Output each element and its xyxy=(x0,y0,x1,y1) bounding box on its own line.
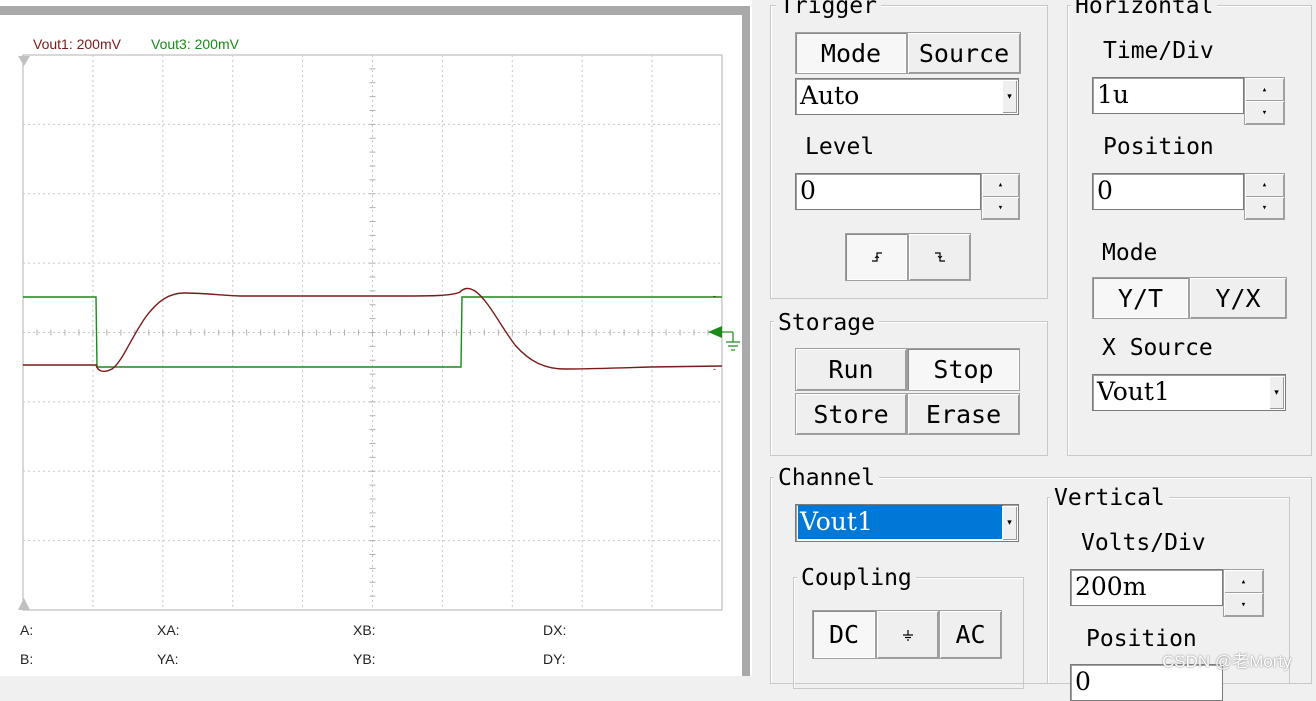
horizontal-position-spinner[interactable]: ▴ ▾ xyxy=(1244,173,1285,220)
readout-dy: DY: xyxy=(543,651,566,667)
vertical-position-value: 0 xyxy=(1075,667,1091,696)
horizontal-position-value: 0 xyxy=(1097,176,1113,205)
watermark-text: CSDN @老Morty xyxy=(1162,652,1292,671)
trigger-level-input[interactable]: 0 xyxy=(795,173,981,210)
volts-div-label: Volts/Div xyxy=(1081,530,1206,556)
chevron-down-icon[interactable]: ▾ xyxy=(1269,376,1284,409)
horizontal-position-input[interactable]: 0 xyxy=(1092,173,1244,210)
volts-div-input[interactable]: 200m xyxy=(1070,569,1223,606)
mode-yx-button[interactable]: Y/X xyxy=(1189,277,1287,319)
storage-erase-button[interactable]: Erase xyxy=(907,393,1020,435)
trigger-source-button[interactable]: Source xyxy=(907,32,1021,74)
trigger-rising-edge-button[interactable] xyxy=(845,233,908,281)
time-div-label: Time/Div xyxy=(1103,38,1214,64)
storage-title: Storage xyxy=(774,311,879,335)
chevron-down-icon[interactable]: ▾ xyxy=(1002,80,1017,113)
trigger-mode-button[interactable]: Mode xyxy=(795,32,907,74)
spin-down-icon[interactable]: ▾ xyxy=(1245,101,1284,124)
trigger-mode-dropdown[interactable]: Auto ▾ xyxy=(795,78,1019,115)
readout-xa: XA: xyxy=(157,622,180,638)
trigger-title: Trigger xyxy=(776,0,881,18)
horizontal-mode-label: Mode xyxy=(1102,240,1158,266)
time-div-spinner[interactable]: ▴ ▾ xyxy=(1244,77,1285,125)
coupling-ac-button[interactable]: AC xyxy=(939,610,1002,659)
readout-b: B: xyxy=(20,651,34,667)
readout-xb: XB: xyxy=(353,622,376,638)
chevron-down-icon[interactable]: ▾ xyxy=(1002,506,1017,540)
x-source-label: X Source xyxy=(1102,335,1213,361)
trace-end-marker-1: - xyxy=(713,291,716,301)
readout-a: A: xyxy=(20,622,34,638)
x-source-dropdown[interactable]: Vout1 ▾ xyxy=(1092,374,1286,411)
storage-store-button[interactable]: Store xyxy=(795,393,907,435)
trigger-level-spinner[interactable]: ▴ ▾ xyxy=(981,173,1020,220)
coupling-title: Coupling xyxy=(797,566,916,590)
storage-stop-button[interactable]: Stop xyxy=(907,348,1020,391)
scope-top-border xyxy=(0,6,750,15)
falling-edge-icon xyxy=(934,252,945,262)
time-div-value: 1u xyxy=(1097,80,1130,109)
ground-marker-icon xyxy=(722,331,740,351)
spin-up-icon[interactable]: ▴ xyxy=(1245,174,1284,197)
spin-up-icon[interactable]: ▴ xyxy=(1224,570,1263,593)
volts-div-spinner[interactable]: ▴ ▾ xyxy=(1223,569,1264,617)
coupling-ground-button[interactable] xyxy=(876,610,939,659)
trigger-falling-edge-button[interactable] xyxy=(908,233,971,281)
mode-yt-button[interactable]: Y/T xyxy=(1092,277,1189,319)
trace-end-marker-2: - xyxy=(713,364,716,374)
coupling-dc-button[interactable]: DC xyxy=(812,610,876,659)
spin-up-icon[interactable]: ▴ xyxy=(982,174,1019,197)
spin-down-icon[interactable]: ▾ xyxy=(1245,197,1284,220)
readout-dx: DX: xyxy=(543,622,567,638)
rising-edge-icon xyxy=(871,252,882,262)
horizontal-position-label: Position xyxy=(1103,134,1214,160)
channel-title: Channel xyxy=(774,466,879,490)
horizontal-title: Horizontal xyxy=(1071,0,1218,18)
storage-run-button[interactable]: Run xyxy=(795,348,907,391)
trigger-level-value: 0 xyxy=(800,176,816,205)
time-div-input[interactable]: 1u xyxy=(1092,77,1244,114)
channel-dropdown[interactable]: Vout1 ▾ xyxy=(795,504,1019,542)
spin-down-icon[interactable]: ▾ xyxy=(1224,593,1263,616)
spin-up-icon[interactable]: ▴ xyxy=(1245,78,1284,101)
channel-selected-value: Vout1 xyxy=(798,505,1003,539)
trigger-level-label: Level xyxy=(805,134,875,160)
vertical-title: Vertical xyxy=(1050,486,1169,510)
readout-ya: YA: xyxy=(157,651,179,667)
x-source-value: Vout1 xyxy=(1097,377,1170,406)
spin-down-icon[interactable]: ▾ xyxy=(982,197,1019,220)
ground-icon xyxy=(902,629,913,641)
trigger-mode-value: Auto xyxy=(800,81,860,110)
readout-yb: YB: xyxy=(353,651,376,667)
volts-div-value: 200m xyxy=(1075,572,1147,601)
scope-plot[interactable]: - - xyxy=(0,50,745,615)
